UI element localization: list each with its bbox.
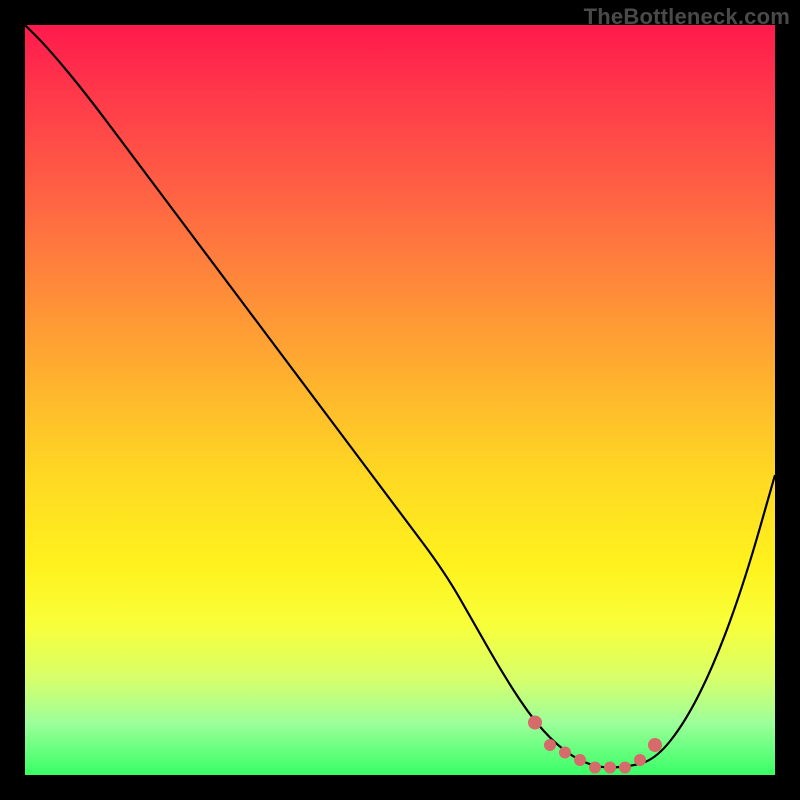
marker-sweet-spot: [619, 762, 631, 774]
marker-sweet-spot: [634, 754, 646, 766]
marker-sweet-spot: [559, 747, 571, 759]
bottleneck-curve-path: [25, 25, 775, 768]
marker-sweet-spot-end: [648, 738, 662, 752]
marker-sweet-spot-start: [528, 716, 542, 730]
marker-sweet-spot: [574, 754, 586, 766]
outer-frame: TheBottleneck.com: [0, 0, 800, 800]
watermark-text: TheBottleneck.com: [584, 4, 790, 30]
marker-sweet-spot: [589, 762, 601, 774]
marker-sweet-spot: [604, 762, 616, 774]
bottleneck-curve-svg: [25, 25, 775, 775]
sweet-spot-markers: [528, 716, 662, 774]
gradient-plot-area: [25, 25, 775, 775]
marker-sweet-spot: [544, 739, 556, 751]
